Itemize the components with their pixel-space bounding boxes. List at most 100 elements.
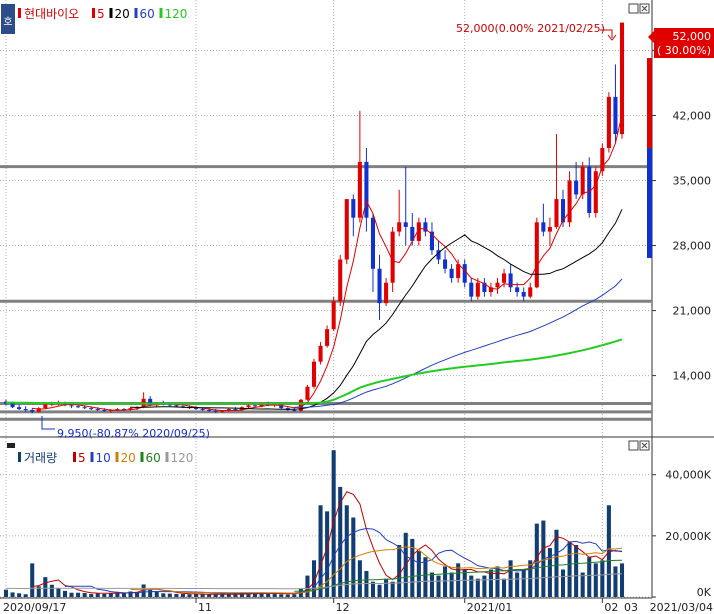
candle-body[interactable]	[364, 161, 369, 218]
candle-body[interactable]	[469, 282, 474, 297]
volume-bar[interactable]	[619, 563, 625, 597]
candle-body[interactable]	[220, 410, 225, 412]
candle-body[interactable]	[351, 199, 356, 218]
candle-body[interactable]	[325, 329, 330, 346]
volume-bar[interactable]	[292, 594, 297, 597]
volume-bar[interactable]	[593, 563, 598, 597]
candle-body[interactable]	[574, 180, 579, 195]
volume-bar[interactable]	[187, 594, 192, 597]
candle-body[interactable]	[30, 409, 35, 412]
volume-bar[interactable]	[89, 593, 94, 597]
volume-bar[interactable]	[180, 593, 185, 597]
volume-bar[interactable]	[370, 581, 376, 597]
volume-bar[interactable]	[167, 593, 172, 597]
volume-bar[interactable]	[344, 505, 349, 597]
volume-bar[interactable]	[148, 589, 153, 597]
volume-bar[interactable]	[285, 594, 290, 597]
candle-body[interactable]	[606, 96, 611, 148]
volume-bar[interactable]	[10, 592, 15, 597]
candle-body[interactable]	[89, 408, 94, 410]
candle-body[interactable]	[475, 282, 480, 297]
volume-bar[interactable]	[436, 575, 441, 597]
candle-body[interactable]	[515, 287, 520, 292]
volume-bar[interactable]	[154, 591, 159, 597]
candle-body[interactable]	[23, 409, 28, 411]
candle-body[interactable]	[443, 259, 448, 269]
volume-bar[interactable]	[30, 563, 35, 597]
volume-bar[interactable]	[515, 572, 520, 597]
volume-bar[interactable]	[482, 575, 487, 597]
volume-bar[interactable]	[613, 566, 618, 597]
volume-bar[interactable]	[102, 593, 107, 597]
candle-body[interactable]	[331, 301, 336, 330]
volume-bar[interactable]	[62, 590, 68, 597]
volume-bar[interactable]	[423, 557, 428, 597]
volume-bar[interactable]	[207, 594, 212, 597]
volume-bar[interactable]	[600, 560, 605, 597]
candle-body[interactable]	[593, 171, 598, 214]
volume-bar[interactable]	[416, 551, 421, 597]
volume-bar[interactable]	[252, 593, 258, 597]
volume-bar[interactable]	[305, 575, 310, 597]
volume-bar[interactable]	[547, 548, 552, 597]
candle-body[interactable]	[370, 217, 376, 269]
volume-bar[interactable]	[449, 572, 454, 597]
candle-body[interactable]	[194, 408, 199, 410]
volume-bar[interactable]	[17, 593, 22, 597]
candle-body[interactable]	[554, 199, 559, 227]
volume-bar[interactable]	[554, 529, 559, 597]
volume-bar[interactable]	[429, 572, 434, 597]
candle-body[interactable]	[567, 180, 572, 223]
candle-body[interactable]	[495, 282, 500, 288]
candle-body[interactable]	[580, 166, 585, 195]
candle-body[interactable]	[338, 259, 343, 302]
volume-bar[interactable]	[200, 594, 205, 597]
volume-bar[interactable]	[76, 592, 81, 597]
volume-bar[interactable]	[3, 589, 9, 597]
candle-body[interactable]	[403, 222, 408, 227]
candle-body[interactable]	[534, 222, 539, 288]
candle-body[interactable]	[619, 22, 625, 135]
volume-bar[interactable]	[443, 566, 448, 597]
volume-bar[interactable]	[521, 569, 526, 597]
minimize-icon[interactable]	[628, 3, 639, 14]
candle-body[interactable]	[69, 405, 74, 407]
volume-bar[interactable]	[469, 575, 474, 597]
volume-bar[interactable]	[508, 560, 513, 597]
candle-body[interactable]	[213, 410, 218, 412]
candle-body[interactable]	[174, 405, 179, 407]
candle-body[interactable]	[246, 405, 251, 408]
volume-bar[interactable]	[475, 578, 480, 597]
candle-body[interactable]	[292, 409, 297, 411]
candle-body[interactable]	[76, 406, 81, 408]
minimize-icon[interactable]	[628, 440, 639, 451]
volume-bar[interactable]	[82, 593, 87, 597]
candle-body[interactable]	[10, 403, 15, 408]
volume-bar[interactable]	[384, 578, 389, 597]
candle-body[interactable]	[528, 287, 533, 297]
candle-body[interactable]	[95, 409, 100, 411]
volume-bar[interactable]	[161, 593, 166, 597]
volume-bar[interactable]	[43, 577, 48, 597]
candle-body[interactable]	[102, 409, 107, 411]
candle-body[interactable]	[318, 345, 323, 362]
volume-bar[interactable]	[174, 593, 179, 597]
candle-body[interactable]	[377, 268, 382, 304]
candle-body[interactable]	[43, 404, 48, 409]
volume-bar[interactable]	[266, 593, 271, 597]
candle-body[interactable]	[311, 361, 317, 387]
candle-body[interactable]	[508, 273, 513, 288]
volume-bar[interactable]	[121, 593, 126, 597]
volume-bar[interactable]	[397, 545, 402, 597]
volume-bar[interactable]	[49, 584, 54, 597]
candle-body[interactable]	[357, 161, 362, 218]
candle-body[interactable]	[207, 409, 212, 411]
volume-bar[interactable]	[56, 588, 61, 597]
volume-bar[interactable]	[567, 541, 572, 597]
candle-body[interactable]	[613, 96, 618, 135]
volume-bar[interactable]	[23, 594, 28, 597]
candle-body[interactable]	[200, 409, 205, 411]
volume-bar[interactable]	[279, 594, 284, 597]
candle-body[interactable]	[456, 264, 461, 279]
candle-body[interactable]	[384, 282, 389, 304]
